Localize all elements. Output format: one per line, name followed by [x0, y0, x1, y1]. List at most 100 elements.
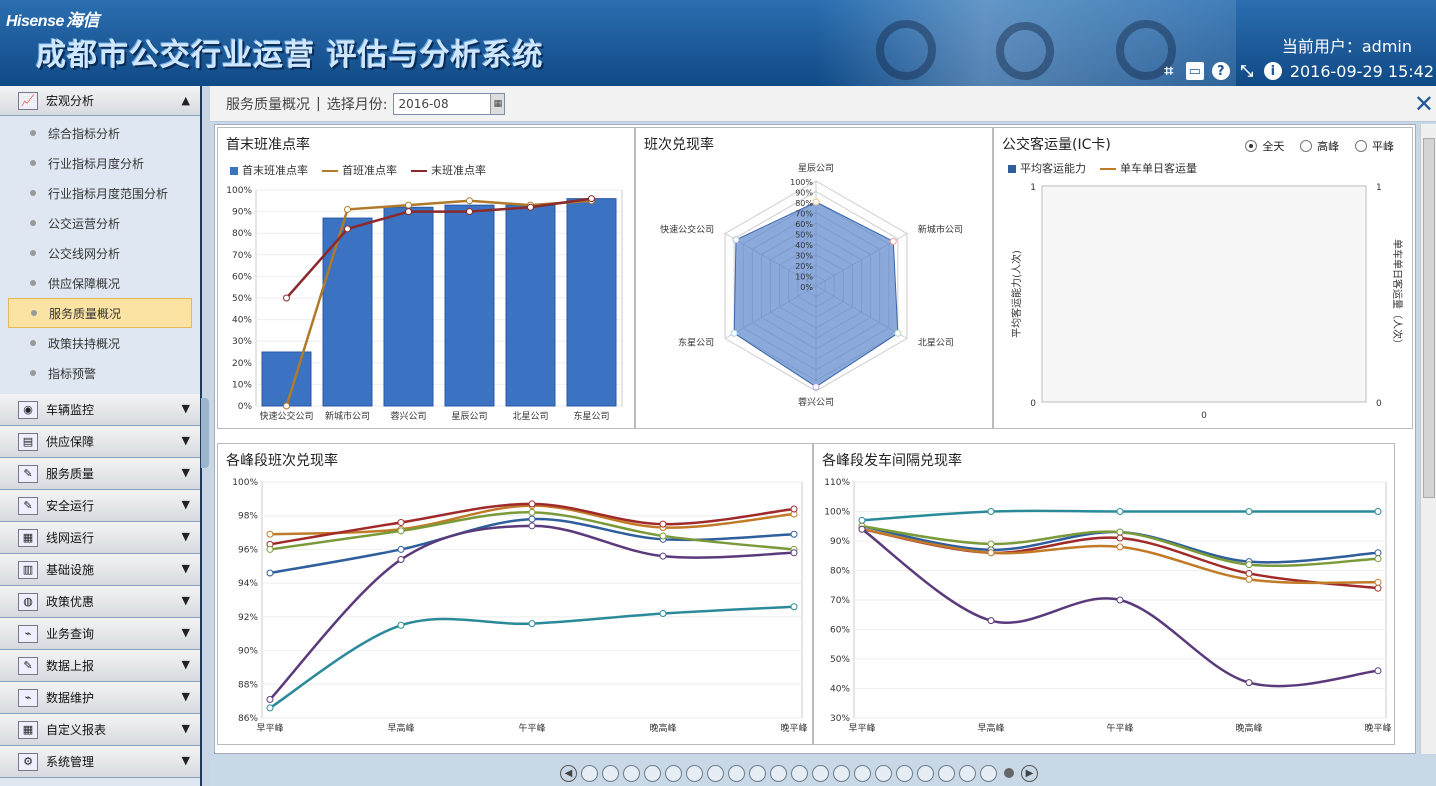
panel-peak-interval-fulfillment: 各峰段发车间隔兑现率 30% 40% 50% 60% 70% 80% 90% 100% 110%… [813, 443, 1395, 745]
sidebar-section-2[interactable]: ▤ 供应保障 ▼ [0, 426, 200, 458]
sidebar-section-10[interactable]: ⌁ 数据维护 ▼ [0, 682, 200, 714]
line-point [266, 695, 274, 703]
bar [383, 206, 434, 407]
sidebar-section-6[interactable]: ▥ 基础设施 ▼ [0, 554, 200, 586]
line-point [1116, 508, 1124, 515]
pager-next-arrow[interactable]: ▶ [1021, 764, 1038, 782]
current-user-name: admin [1361, 37, 1412, 56]
category-label: 新城市公司 [918, 224, 963, 236]
pager-dot[interactable] [791, 764, 808, 782]
pager-dot[interactable] [875, 764, 892, 782]
pager-dot[interactable] [938, 764, 955, 782]
bar [566, 198, 617, 407]
chevron-down-icon: ▼ [181, 626, 190, 639]
sidebar-item-comprehensive[interactable]: 综合指标分析 [0, 118, 200, 148]
tick-label: 100% [824, 508, 850, 518]
sidebar-section-12[interactable]: ⚙ 系统管理 ▼ [0, 746, 200, 778]
peak-interval-chart: 30% 40% 50% 60% 70% 80% 90% 100% 110% 早平峰 早高峰 午平峰 晚高… [824, 478, 1391, 734]
sidebar-section-7[interactable]: ◍ 政策优惠 ▼ [0, 586, 200, 618]
pager-dot[interactable] [707, 764, 724, 782]
chevron-down-icon: ▼ [181, 658, 190, 671]
radio-peak[interactable]: 高峰 [1300, 138, 1339, 154]
hisense-logo: Hisense 海信 [6, 11, 99, 30]
radar-chart: 0%10% 20%30% 40%50% 60%70% 80%90% 100% 星辰公司新城市… [660, 163, 963, 408]
chart-legend: 首末班准点率 首班准点率 末班准点率 [230, 162, 486, 178]
x-tick-label: 0 [1201, 411, 1207, 421]
keyboard-icon[interactable]: ▭ [1185, 62, 1204, 80]
pager-dot[interactable] [833, 764, 850, 782]
legend-item: 末班准点率 [431, 164, 486, 177]
info-icon[interactable]: i [1263, 62, 1282, 80]
pager-dot[interactable] [581, 764, 598, 782]
sidebar-section-4[interactable]: ✎ 安全运行 ▼ [0, 490, 200, 522]
sidebar-item-service-quality[interactable]: 服务质量概况 [8, 298, 192, 328]
radio-off-peak[interactable]: 平峰 [1355, 138, 1394, 154]
sidebar-section-8[interactable]: ⌁ 业务查询 ▼ [0, 618, 200, 650]
pager-dot[interactable] [728, 764, 745, 782]
pager-dot[interactable] [854, 764, 871, 782]
pager-dot[interactable] [602, 764, 619, 782]
tick-label: 30% [232, 337, 252, 347]
line-point [588, 195, 595, 203]
page-pager: ◀ ▶ [560, 762, 1038, 784]
sidebar-section-3[interactable]: ✎ 服务质量 ▼ [0, 458, 200, 490]
line-point [283, 402, 290, 410]
tick-label: 40% [232, 316, 252, 326]
month-input[interactable]: 2016-08 ▦ [393, 92, 506, 115]
sidebar-item-policy[interactable]: 政策扶持概况 [0, 328, 200, 358]
line-point [283, 294, 290, 302]
chevron-down-icon: ▼ [181, 562, 190, 575]
line-point [528, 508, 536, 516]
tick-label: 30% [830, 714, 850, 724]
system-title: 成都市公交行业运营 评估与分析系统 [36, 38, 544, 73]
period-radio-group: 全天 高峰 平峰 [1233, 138, 1394, 155]
pager-dot[interactable] [665, 764, 682, 782]
pager-dot[interactable] [770, 764, 787, 782]
legend-item: 单车单日客运量 [1120, 162, 1197, 175]
radio-all-day[interactable]: 全天 [1245, 138, 1284, 154]
pager-dot[interactable] [959, 764, 976, 782]
chart-icon: ⌁ [18, 688, 38, 707]
panel-title: 公交客运量(IC卡) [1002, 137, 1111, 153]
pager-dot[interactable] [686, 764, 703, 782]
globe-icon: ◍ [18, 592, 38, 611]
crop-icon[interactable]: ⌗ [1160, 61, 1178, 80]
sidebar-section-9[interactable]: ✎ 数据上报 ▼ [0, 650, 200, 682]
pager-dot[interactable] [917, 764, 934, 782]
line-point [1116, 596, 1124, 604]
sidebar-item-monthly-range[interactable]: 行业指标月度范围分析 [0, 178, 200, 208]
tick-label: 100% [226, 186, 252, 196]
sidebar-section-11[interactable]: ▦ 自定义报表 ▼ [0, 714, 200, 746]
sidebar-section-1[interactable]: ◉ 车辆监控 ▼ [0, 394, 200, 426]
sidebar-section-macro[interactable]: 📈 宏观分析 ▲ [0, 86, 200, 116]
pager-dot[interactable] [749, 764, 766, 782]
sidebar-item-operation[interactable]: 公交运营分析 [0, 208, 200, 238]
sidebar-item-monthly[interactable]: 行业指标月度分析 [0, 148, 200, 178]
line-point [397, 556, 405, 564]
sidebar-section-5[interactable]: ▦ 线网运行 ▼ [0, 522, 200, 554]
supply-icon: ▤ [18, 432, 38, 451]
tick-label: 40% [795, 241, 813, 250]
pager-dot[interactable] [623, 764, 640, 782]
fullscreen-icon[interactable]: ⤡ [1238, 61, 1256, 80]
line-point [1374, 549, 1382, 557]
sidebar-item-warning[interactable]: 指标预警 [0, 358, 200, 388]
content-scrollbar[interactable] [1420, 124, 1436, 754]
pager-dot[interactable] [896, 764, 913, 782]
sidebar-item-network[interactable]: 公交线网分析 [0, 238, 200, 268]
tick-label: 20% [795, 262, 813, 271]
calendar-icon[interactable]: ▦ [490, 93, 505, 114]
line-point [528, 620, 536, 628]
pager-dot[interactable] [980, 764, 997, 782]
app-header: Hisense 海信 成都市公交行业运营 评估与分析系统 当前用户：admin ⌗… [0, 0, 1436, 86]
chevron-down-icon: ▼ [181, 722, 190, 735]
pager-dot[interactable] [1004, 768, 1014, 778]
sidebar-collapse-handle[interactable] [201, 398, 209, 468]
sidebar-item-supply[interactable]: 供应保障概况 [0, 268, 200, 298]
pager-dot[interactable] [644, 764, 661, 782]
passenger-chart: 1 0 1 0 0 平均客运能力(人次) 单车单日客运量（人次） [1010, 183, 1404, 421]
help-icon[interactable]: ? [1211, 62, 1230, 80]
pager-dot[interactable] [812, 764, 829, 782]
close-icon[interactable]: ✕ [1414, 92, 1434, 116]
pager-prev-arrow[interactable]: ◀ [560, 764, 577, 782]
